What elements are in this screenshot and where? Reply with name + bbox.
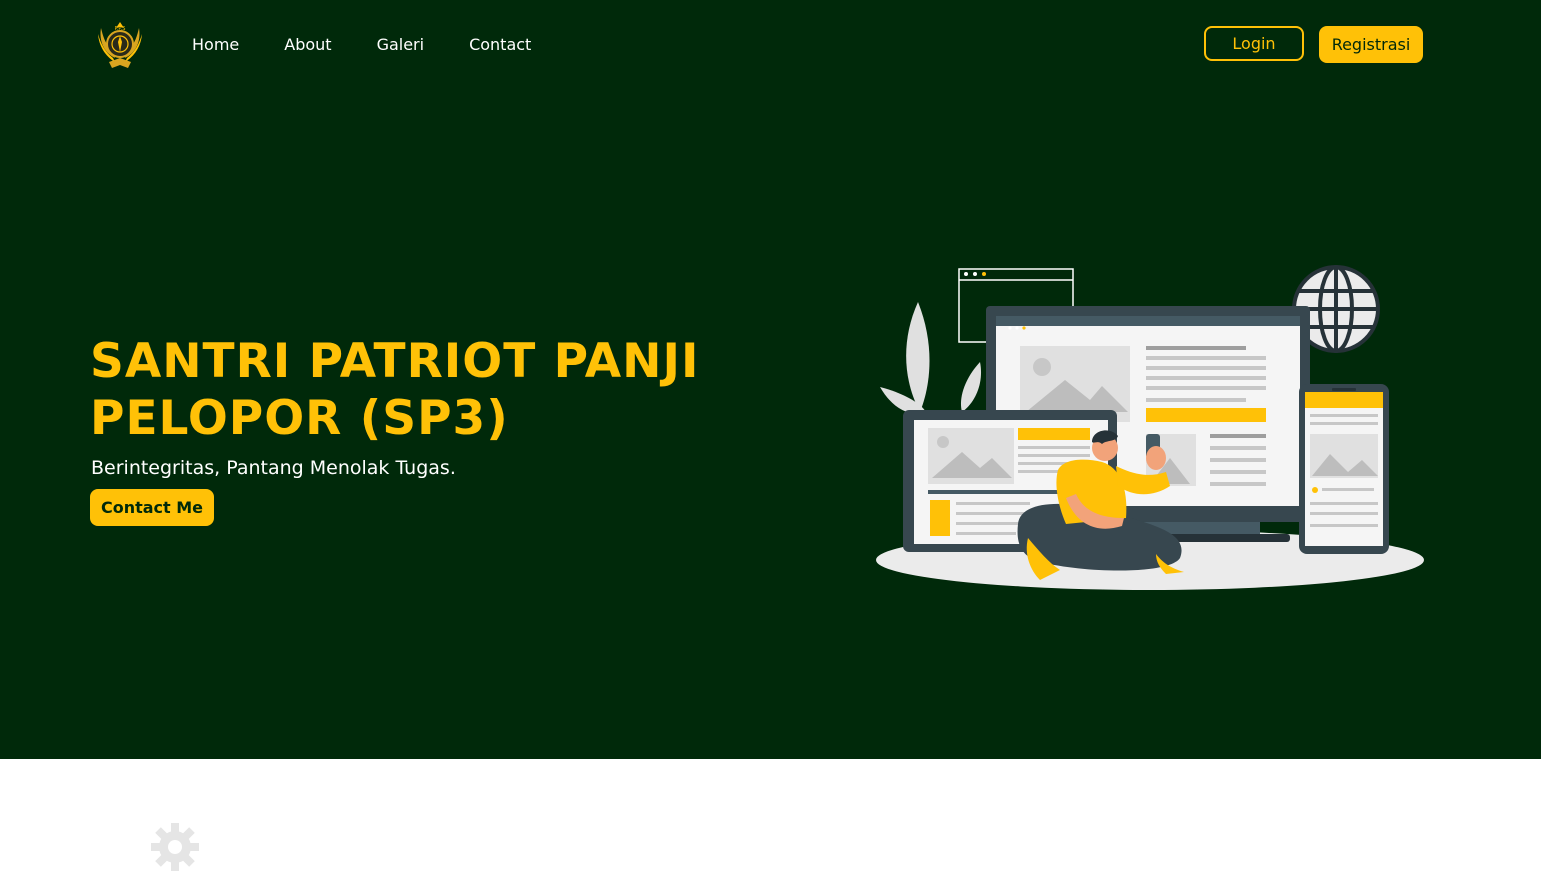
- hero-subtitle: Berintegritas, Pantang Menolak Tugas.: [91, 457, 456, 479]
- contact-me-button[interactable]: Contact Me: [90, 489, 214, 526]
- hero-illustration: [876, 265, 1424, 590]
- hero-title: SANTRI PATRIOT PANJI PELOPOR (SP3): [90, 334, 700, 446]
- nav-home-link[interactable]: Home: [192, 34, 239, 56]
- nav-contact-link[interactable]: Contact: [469, 34, 531, 56]
- svg-text:P.P.S: P.P.S: [115, 26, 126, 32]
- phone-device: [1299, 384, 1389, 554]
- sp3-logo[interactable]: P.P.S: [95, 18, 145, 70]
- login-button[interactable]: Login: [1204, 26, 1304, 61]
- gear-icon: [151, 823, 199, 871]
- nav-galeri-link[interactable]: Galeri: [377, 34, 425, 56]
- nav-about-link[interactable]: About: [284, 34, 331, 56]
- register-button[interactable]: Registrasi: [1319, 26, 1423, 63]
- leaf-decoration: [906, 302, 930, 412]
- nav-links: Home About Galeri Contact: [192, 34, 576, 56]
- hero-section: P.P.S Home About Galeri Contact Login Re…: [0, 0, 1541, 759]
- navbar: P.P.S Home About Galeri Contact Login Re…: [0, 0, 1541, 90]
